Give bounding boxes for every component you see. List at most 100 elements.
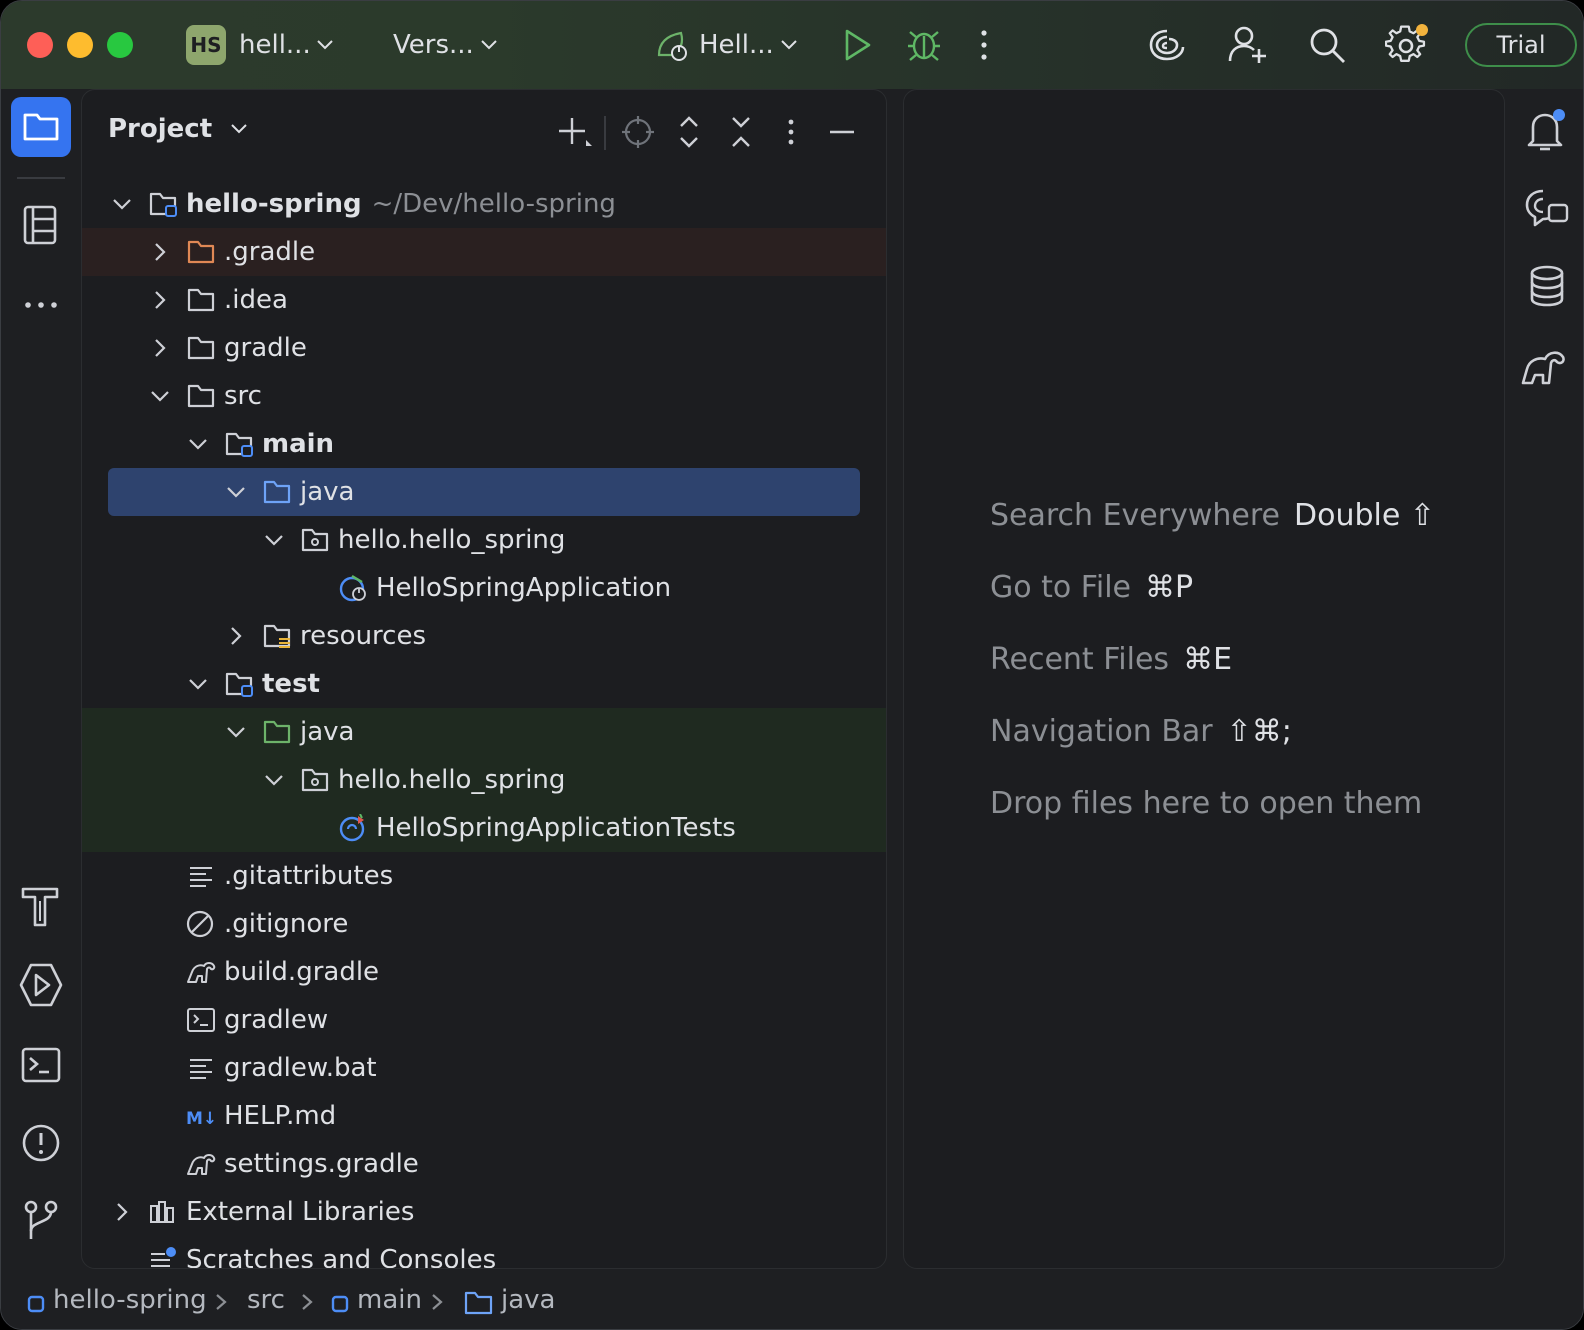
tree-row-test[interactable]: test xyxy=(82,660,886,708)
tree-label: HelloSpringApplicationTests xyxy=(376,813,736,843)
database-icon[interactable] xyxy=(1519,259,1575,315)
scratches-icon xyxy=(151,1247,176,1267)
chevron-down-icon[interactable] xyxy=(224,480,248,504)
options-icon[interactable] xyxy=(784,112,798,152)
folder-icon xyxy=(23,113,59,141)
tree-row-resources[interactable]: resources xyxy=(82,612,886,660)
panel-title[interactable]: Project xyxy=(108,114,249,144)
gradle-tool-icon[interactable] xyxy=(1517,339,1575,395)
tree-row-gitignore[interactable]: .gitignore xyxy=(82,900,886,948)
hint-text: Search Everywhere xyxy=(990,498,1280,533)
hide-panel-icon[interactable] xyxy=(828,112,856,152)
chevron-down-icon[interactable] xyxy=(110,192,134,216)
hint-key: Double ⇧ xyxy=(1294,498,1435,533)
search-icon[interactable] xyxy=(1307,25,1347,65)
terminal-tool-button[interactable] xyxy=(11,1035,71,1095)
breadcrumb-src[interactable]: src xyxy=(247,1285,285,1315)
settings-gear-icon[interactable] xyxy=(1385,21,1431,67)
run-services-icon xyxy=(19,963,63,1007)
module-folder-icon xyxy=(149,192,177,217)
more-actions-icon[interactable] xyxy=(977,27,991,63)
tree-row-scratches[interactable]: Scratches and Consoles xyxy=(82,1236,886,1268)
problems-tool-button[interactable] xyxy=(11,1113,71,1173)
chevron-right-icon[interactable] xyxy=(148,240,172,264)
tree-label: build.gradle xyxy=(224,957,380,987)
debug-icon[interactable] xyxy=(905,25,943,63)
chevron-right-icon[interactable] xyxy=(224,624,248,648)
tree-label: .gitignore xyxy=(224,909,349,939)
chevron-right-icon xyxy=(302,1294,313,1310)
editor-area[interactable]: Search Everywhere Double ⇧ Go to File ⌘P R… xyxy=(903,89,1505,1269)
hint-recent-files: Recent Files ⌘E xyxy=(990,642,1232,677)
zoom-window-button[interactable] xyxy=(107,32,133,58)
tree-row-gradle[interactable]: gradle xyxy=(82,324,886,372)
tree-row-external-libraries[interactable]: External Libraries xyxy=(82,1188,886,1236)
tree-row-hello-spring-application[interactable]: HelloSpringApplication xyxy=(82,564,886,612)
chevron-down-icon[interactable] xyxy=(479,37,499,53)
close-window-button[interactable] xyxy=(27,32,53,58)
gradle-icon xyxy=(187,962,216,983)
chevron-down-icon[interactable] xyxy=(779,37,799,53)
folder-icon xyxy=(187,288,215,312)
vcs-selector[interactable]: Vers... xyxy=(393,27,474,63)
tree-row-help-md[interactable]: M↓ HELP.md xyxy=(82,1092,886,1140)
notifications-bell-icon[interactable] xyxy=(1519,103,1575,159)
tree-label: .idea xyxy=(224,285,288,315)
project-tool-button[interactable] xyxy=(11,97,71,157)
tree-row-test-package[interactable]: hello.hello_spring xyxy=(82,756,886,804)
add-user-icon[interactable] xyxy=(1227,23,1269,65)
tree-row-main-package[interactable]: hello.hello_spring xyxy=(82,516,886,564)
tree-path: ~/Dev/hello-spring xyxy=(371,189,616,219)
more-tools-button[interactable] xyxy=(11,275,71,335)
tree-row-build-gradle[interactable]: build.gradle xyxy=(82,948,886,996)
chevron-down-icon[interactable] xyxy=(224,720,248,744)
git-tool-button[interactable] xyxy=(11,1191,71,1251)
chevron-right-icon[interactable] xyxy=(148,288,172,312)
tree-row-gradle-cache[interactable]: .gradle xyxy=(82,228,886,276)
breadcrumb-java[interactable]: java xyxy=(501,1285,555,1315)
services-tool-button[interactable] xyxy=(11,955,71,1015)
run-icon[interactable] xyxy=(839,27,875,63)
build-tool-button[interactable] xyxy=(11,877,71,937)
chevron-down-icon[interactable] xyxy=(262,768,286,792)
ai-assistant-icon[interactable] xyxy=(1147,25,1187,65)
tree-row-gradlew[interactable]: gradlew xyxy=(82,996,886,1044)
tree-label: resources xyxy=(300,621,427,651)
chevron-down-icon[interactable] xyxy=(315,37,335,53)
tree-row-src[interactable]: src xyxy=(82,372,886,420)
hint-text: Recent Files xyxy=(990,642,1170,677)
chevron-right-icon[interactable] xyxy=(148,336,172,360)
minimize-window-button[interactable] xyxy=(67,32,93,58)
tree-label: gradlew.bat xyxy=(224,1053,377,1083)
hint-key: ⇧⌘; xyxy=(1226,714,1292,749)
chevron-down-icon[interactable] xyxy=(262,528,286,552)
collapse-all-icon[interactable] xyxy=(728,112,754,152)
breadcrumb-hello-spring[interactable]: hello-spring xyxy=(53,1285,207,1315)
ai-chat-icon[interactable] xyxy=(1519,181,1575,237)
select-opened-file-icon[interactable] xyxy=(620,112,656,152)
run-config-selector[interactable]: Hell... xyxy=(699,27,774,63)
project-badge[interactable]: HS xyxy=(186,25,226,65)
chevron-down-icon[interactable] xyxy=(186,432,210,456)
libraries-icon xyxy=(150,1201,174,1223)
tree-row-gradlew-bat[interactable]: gradlew.bat xyxy=(82,1044,886,1092)
spring-boot-run-config-icon[interactable] xyxy=(655,27,691,63)
expand-all-icon[interactable] xyxy=(676,112,702,152)
tree-row-main[interactable]: main xyxy=(82,420,886,468)
chevron-down-icon[interactable] xyxy=(148,384,172,408)
tree-row-main-java[interactable]: java xyxy=(82,468,886,516)
project-selector[interactable]: hell... xyxy=(239,27,311,63)
tree-row-hello-spring-application-tests[interactable]: HelloSpringApplicationTests xyxy=(82,804,886,852)
tree-row-test-java[interactable]: java xyxy=(82,708,886,756)
breadcrumb-main[interactable]: main xyxy=(357,1285,422,1315)
tree-row-settings-gradle[interactable]: settings.gradle xyxy=(82,1140,886,1188)
tree-row-gitattributes[interactable]: .gitattributes xyxy=(82,852,886,900)
new-file-icon[interactable] xyxy=(556,112,594,152)
chevron-down-icon[interactable] xyxy=(186,672,210,696)
tree-label: src xyxy=(224,381,262,411)
tree-row-idea[interactable]: .idea xyxy=(82,276,886,324)
trial-button[interactable]: Trial xyxy=(1465,23,1577,67)
structure-tool-button[interactable] xyxy=(11,195,71,255)
chevron-right-icon[interactable] xyxy=(110,1200,134,1224)
tree-row-hello-spring[interactable]: hello-spring ~/Dev/hello-spring xyxy=(82,180,886,228)
